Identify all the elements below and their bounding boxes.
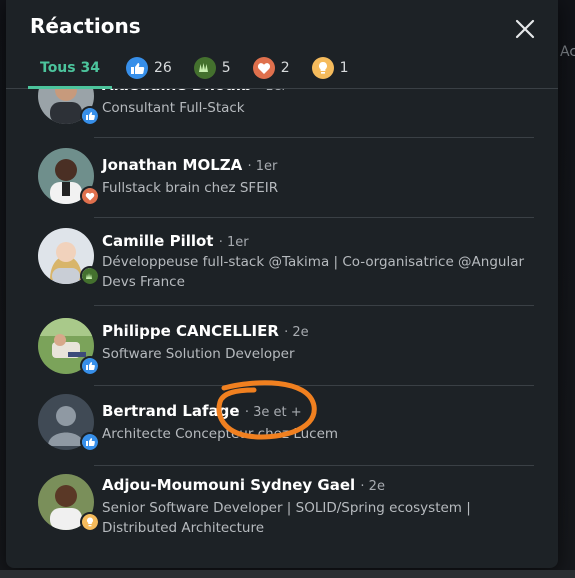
- tab-like[interactable]: 26: [118, 48, 180, 88]
- person-name-line[interactable]: Bertrand Lafage · 3e et +: [102, 402, 302, 420]
- tab-label: Tous 34: [40, 60, 100, 76]
- connection-degree: · 3e et +: [244, 405, 302, 420]
- person-name[interactable]: Jonathan MOLZA: [102, 156, 242, 174]
- connection-degree: · 1er: [218, 235, 249, 250]
- list-item[interactable]: Jonathan MOLZA · 1er Fullstack brain che…: [6, 138, 558, 218]
- person-name-line[interactable]: Camille Pillot · 1er: [102, 232, 249, 250]
- like-icon: [80, 356, 100, 376]
- person-headline: Senior Software Developer | SOLID/Spring…: [102, 500, 471, 536]
- person-headline: Fullstack brain chez SFEIR: [102, 180, 279, 196]
- list-item[interactable]: Adjou-Moumouni Sydney Gael · 2e Senior S…: [6, 466, 558, 556]
- celebrate-icon: [193, 57, 216, 79]
- close-button[interactable]: [512, 16, 538, 42]
- list-item[interactable]: Philippe CANCELLIER · 2e Software Soluti…: [6, 306, 558, 386]
- list-item[interactable]: Bertrand Lafage · 3e et + Architecte Con…: [6, 386, 558, 466]
- reaction-tabs: Tous 34 26 5 2 1: [28, 48, 363, 89]
- love-icon: [80, 186, 100, 206]
- like-icon: [80, 432, 100, 452]
- like-icon: [80, 106, 100, 126]
- person-headline: Consultant Full-Stack: [102, 100, 245, 116]
- love-icon: [252, 57, 275, 79]
- close-icon[interactable]: [512, 16, 538, 42]
- tab-celebrate[interactable]: 5: [186, 48, 239, 88]
- tab-count: 1: [339, 60, 349, 76]
- reactions-modal: Alaeddine Dhouib · 1er Consultant Full-S…: [6, 0, 558, 568]
- person-headline: Software Solution Developer: [102, 346, 295, 362]
- person-name[interactable]: Camille Pillot: [102, 232, 213, 250]
- person-name-line[interactable]: Philippe CANCELLIER · 2e: [102, 322, 309, 340]
- modal-header: Réactions Tous 34 26 5 2 1: [6, 0, 558, 89]
- person-name[interactable]: Philippe CANCELLIER: [102, 322, 279, 340]
- person-name-line[interactable]: Adjou-Moumouni Sydney Gael · 2e: [102, 476, 385, 494]
- person-name[interactable]: Adjou-Moumouni Sydney Gael: [102, 476, 355, 494]
- person-name[interactable]: Bertrand Lafage: [102, 402, 240, 420]
- tab-all[interactable]: Tous 34: [28, 48, 112, 89]
- tab-count: 5: [221, 60, 231, 76]
- person-headline: Développeuse full-stack @Takima | Co-org…: [102, 254, 525, 290]
- tab-count: 2: [280, 60, 290, 76]
- modal-title: Réactions: [30, 14, 141, 38]
- background-partial-text: Ac: [560, 44, 575, 60]
- tab-count: 26: [153, 60, 172, 76]
- connection-degree: · 2e: [284, 325, 309, 340]
- tab-insightful[interactable]: 1: [304, 48, 357, 88]
- celebrate-icon: [80, 266, 100, 286]
- like-icon: [125, 57, 148, 79]
- connection-degree: · 2e: [360, 479, 385, 494]
- insightful-icon: [80, 512, 100, 532]
- person-name-line[interactable]: Jonathan MOLZA · 1er: [102, 156, 277, 174]
- tab-love[interactable]: 2: [245, 48, 298, 88]
- list-item[interactable]: Camille Pillot · 1er Développeuse full-s…: [6, 218, 558, 306]
- insightful-icon: [311, 57, 334, 79]
- connection-degree: · 1er: [247, 159, 278, 174]
- page-bottom-strip: [0, 570, 575, 578]
- person-headline: Architecte Concepteur chez Lucem: [102, 426, 339, 442]
